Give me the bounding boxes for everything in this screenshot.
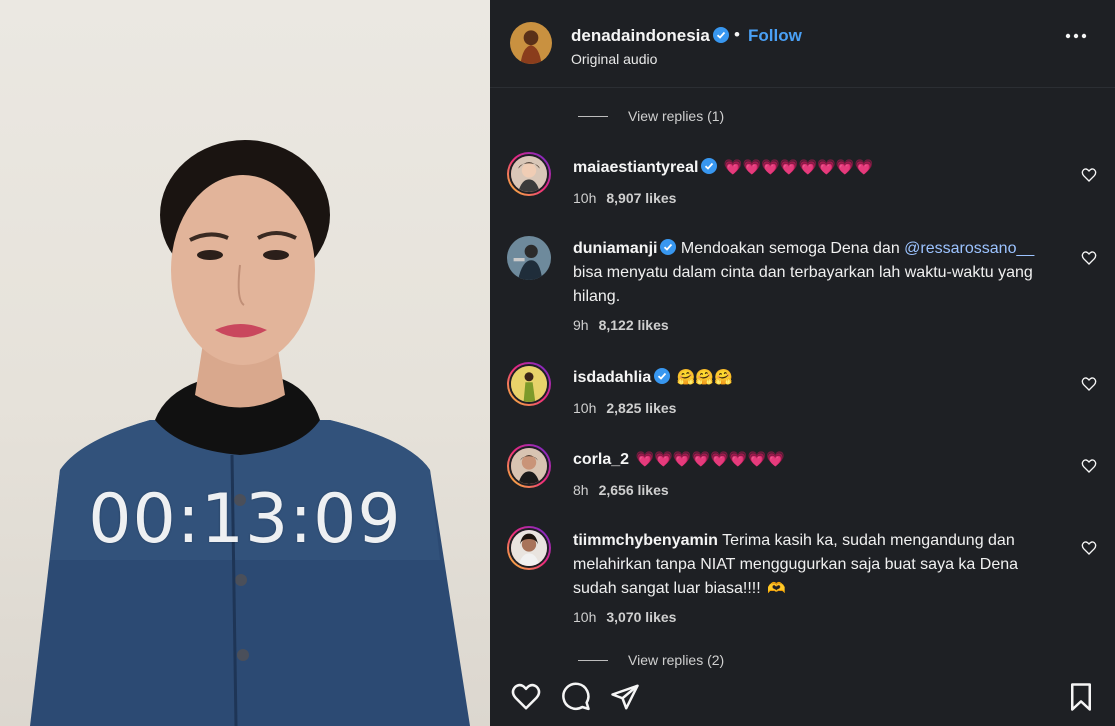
owner-avatar[interactable] [510, 22, 552, 64]
comment-text: corla_2 💗💗💗💗💗💗💗💗 [573, 448, 1063, 472]
comments-list[interactable]: View replies (1) maiaestiantyreal 💗💗💗💗💗💗… [490, 89, 1115, 671]
heart-outline-icon[interactable] [1081, 376, 1097, 392]
verified-badge-icon [654, 368, 671, 384]
follow-button[interactable]: Follow [748, 26, 802, 46]
verified-badge-icon [712, 27, 729, 43]
bookmark-icon[interactable] [1066, 682, 1096, 712]
more-icon[interactable] [1061, 26, 1091, 46]
comment-text: duniamanji Mendoakan semoga Dena dan @re… [573, 239, 1035, 305]
comment-time[interactable]: 10h [573, 609, 596, 625]
verified-badge-icon [701, 158, 718, 174]
mention-link[interactable]: @ressarossano__ [904, 240, 1034, 257]
comment-emoji: 💗💗💗💗💗💗💗💗 [635, 451, 785, 468]
comment-username[interactable]: duniamanji [573, 240, 657, 257]
comment-time[interactable]: 9h [573, 317, 589, 333]
post-side-panel: denadaindonesia • Follow Original audio … [490, 0, 1115, 726]
commenter-avatar[interactable] [507, 236, 551, 280]
video-player[interactable]: 00:13:09 [0, 0, 490, 726]
comment-meta: 9h 8,122 likes [573, 317, 679, 333]
comment-username[interactable]: corla_2 [573, 451, 629, 468]
commenter-avatar[interactable] [507, 362, 551, 406]
heart-outline-icon[interactable] [1081, 250, 1097, 266]
share-icon[interactable] [610, 682, 640, 712]
comment-time[interactable]: 10h [573, 190, 596, 206]
comment-likes[interactable]: 8,907 likes [606, 190, 676, 206]
commenter-avatar[interactable] [507, 152, 551, 196]
comment-likes[interactable]: 2,656 likes [599, 482, 669, 498]
heart-outline-icon[interactable] [1081, 458, 1097, 474]
comment-text: isdadahlia 🤗🤗🤗 [573, 366, 1063, 390]
video-frame-person [30, 140, 470, 726]
comment-time[interactable]: 8h [573, 482, 589, 498]
comment-text: tiimmchybenyamin Terima kasih ka, sudah … [573, 529, 1063, 601]
comment-meta: 10h 2,825 likes [573, 400, 686, 416]
commenter-avatar[interactable] [507, 444, 551, 488]
heart-outline-icon[interactable] [1081, 540, 1097, 556]
comment-meta: 10h 3,070 likes [573, 609, 686, 625]
comment-icon[interactable] [561, 682, 591, 712]
view-replies-button[interactable]: View replies (1) [578, 108, 724, 124]
audio-label[interactable]: Original audio [571, 51, 657, 67]
comment-time[interactable]: 10h [573, 400, 596, 416]
comment-likes[interactable]: 2,825 likes [606, 400, 676, 416]
comment-likes[interactable]: 3,070 likes [606, 609, 676, 625]
comment-username[interactable]: maiaestiantyreal [573, 159, 698, 176]
heart-outline-icon[interactable] [1081, 167, 1097, 183]
comment-likes[interactable]: 8,122 likes [599, 317, 669, 333]
comment-username[interactable]: isdadahlia [573, 369, 651, 386]
heart-icon[interactable] [511, 682, 541, 712]
view-replies-button[interactable]: View replies (2) [578, 652, 724, 668]
separator-dot: • [734, 25, 740, 44]
verified-badge-icon [660, 239, 677, 255]
comment-emoji: 💗💗💗💗💗💗💗💗 [723, 159, 874, 176]
comment-meta: 8h 2,656 likes [573, 482, 679, 498]
post-actions-bar [490, 671, 1115, 726]
comment-emoji: 🤗🤗🤗 [676, 369, 733, 386]
comment-username[interactable]: tiimmchybenyamin [573, 532, 718, 549]
comment-emoji: 🫶 [767, 580, 786, 597]
commenter-avatar[interactable] [507, 526, 551, 570]
video-timer: 00:13:09 [88, 480, 402, 559]
comment-meta: 10h 8,907 likes [573, 190, 686, 206]
comment-text: maiaestiantyreal 💗💗💗💗💗💗💗💗 [573, 156, 1063, 180]
reply-line [578, 116, 608, 117]
post-header: denadaindonesia • Follow Original audio [490, 0, 1115, 88]
reply-line [578, 660, 608, 661]
owner-username[interactable]: denadaindonesia [571, 26, 729, 46]
